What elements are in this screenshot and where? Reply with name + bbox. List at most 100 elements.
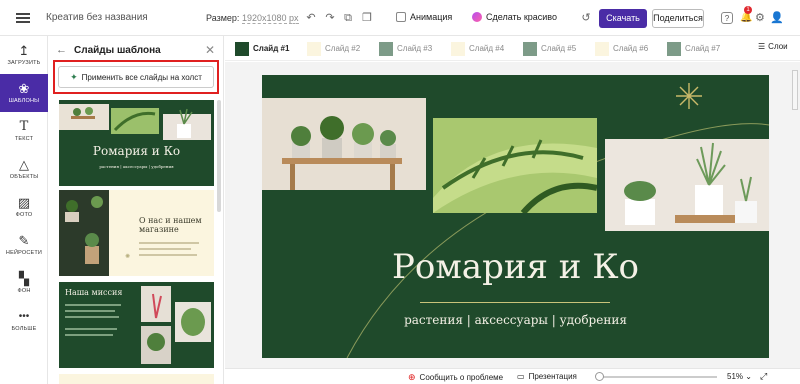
panel-title: Слайды шаблона [74,44,161,56]
make-pretty-label: Сделать красиво [486,12,557,22]
slide-swatch [523,41,537,56]
templates-icon: ❀ [18,81,30,96]
slide-subtitle[interactable]: растения | аксессуары | удобрения [262,313,769,327]
more-icon: ••• [18,311,30,322]
slide-swatch [667,41,681,56]
svg-text:✺: ✺ [125,253,130,260]
alert-icon: ⊕ [408,372,416,382]
duplicate-icon[interactable]: ❐ [361,12,373,24]
leaf-closeup-photo[interactable] [433,118,597,213]
thumbnail-2-title: О нас и нашем магазине [139,216,202,234]
report-label: Сообщить о проблеме [419,373,504,382]
nav-templates[interactable]: ❀ ШАБЛОНЫ [0,74,48,112]
slide-chip-2[interactable]: Слайд #2 [307,41,369,56]
nav-more[interactable]: ••• БОЛЬШЕ [0,302,48,340]
sparkle-icon: ✦ [70,71,78,82]
canvas-size[interactable]: Размер: 1920x1080 px [206,12,299,24]
nav-ai[interactable]: ✎ НЕЙРОСЕТИ [0,226,48,264]
nav-label: ФОТО [15,212,33,218]
slide-chip-5[interactable]: Слайд #5 [523,41,585,56]
nav-label: БОЛЬШЕ [11,326,37,332]
nav-objects[interactable]: △ ОБЪЕКТЫ [0,150,48,188]
slide-swatch [307,41,321,56]
notification-badge: 1 [744,6,752,14]
slide-chip-7[interactable]: Слайд #7 [667,41,729,56]
wand-icon: ✎ [18,233,30,248]
fit-screen-icon[interactable]: ⤢ [760,371,767,382]
nav-label: ФОН [17,288,31,294]
thumbnail-3-title: Наша миссия [65,288,123,297]
canvas-scrollbar[interactable] [792,70,798,110]
layers-button[interactable]: ☰ Слои [758,42,788,51]
animation-toggle[interactable]: Анимация [396,12,452,22]
zoom-slider[interactable] [597,376,717,378]
gear-icon[interactable]: ⚙ [755,11,765,24]
nav-label: НЕЙРОСЕТИ [5,250,43,256]
presentation-button[interactable]: ▭ Презентация [517,372,577,381]
thumbnail-1-subtitle: растения | аксессуары | удобрения [99,164,174,169]
slide-swatch [595,41,609,56]
template-thumbnail-2[interactable]: ✺ О нас и нашем магазине [59,190,214,276]
slides-strip: Слайд #1 Слайд #2 Слайд #3 Слайд #4 Слай… [225,37,800,61]
nav-label: ШАБЛОНЫ [8,98,40,104]
left-nav: ↥ ЗАГРУЗИТЬ ❀ ШАБЛОНЫ T ТЕКСТ △ ОБЪЕКТЫ … [0,36,48,384]
make-pretty-button[interactable]: Сделать красиво [472,12,557,22]
copy-icon[interactable]: ⧉ [342,12,354,24]
download-button[interactable]: Скачать [599,9,647,28]
slide-chip-4[interactable]: Слайд #4 [451,41,513,56]
zoom-slider-handle[interactable] [595,372,604,381]
checkbox-icon[interactable] [396,12,406,22]
nav-label: ТЕКСТ [14,136,34,142]
slide-chip-label: Слайд #7 [685,44,721,53]
monitor-icon: ▭ [517,372,525,381]
slide-chip-label: Слайд #3 [397,44,433,53]
history-icon[interactable]: ↺ [580,12,592,24]
magic-icon [472,12,482,22]
slide-divider [420,302,610,303]
layers-icon: ☰ [758,42,766,51]
animation-label: Анимация [410,12,453,22]
user-icon[interactable]: 👤 [770,11,784,24]
size-label: Размер: [206,12,240,23]
undo-icon[interactable]: ↶ [305,12,317,24]
slide-chip-1[interactable]: Слайд #1 [235,41,297,56]
nav-background[interactable]: ▚ ФОН [0,264,48,302]
text-icon: T [19,119,29,134]
slide-chip-label: Слайд #4 [469,44,505,53]
slide-chip-3[interactable]: Слайд #3 [379,41,441,56]
share-button[interactable]: Поделиться [652,9,704,28]
layers-label: Слои [768,42,788,51]
document-title[interactable]: Креатив без названия [46,12,196,23]
redo-icon[interactable]: ↷ [324,12,336,24]
nav-photo[interactable]: ▨ ФОТО [0,188,48,226]
template-thumbnail-3[interactable]: Наша миссия [59,282,214,368]
nav-text[interactable]: T ТЕКСТ [0,112,48,150]
slide-chip-label: Слайд #5 [541,44,577,53]
slide-title[interactable]: Ромария и Ко [262,247,769,287]
image-icon: ▨ [17,195,31,210]
back-arrow-icon[interactable]: ← [56,44,74,56]
bottom-bar: ⊕ Сообщить о проблеме ▭ Презентация 51% … [225,368,800,384]
nav-label: ЗАГРУЗИТЬ [7,60,41,66]
nav-upload[interactable]: ↥ ЗАГРУЗИТЬ [0,36,48,74]
report-problem-button[interactable]: ⊕ Сообщить о проблеме [408,372,503,383]
slide-swatch [451,41,465,56]
potted-plants-photo[interactable] [605,139,769,231]
apply-all-slides-button[interactable]: ✦ Применить все слайды на холст [58,66,214,88]
zoom-dropdown[interactable]: 51% ⌄ [727,372,752,381]
close-icon[interactable]: ✕ [205,43,215,57]
template-slides-panel: ← Слайды шаблона ✕ ✦ Применить все слайд… [48,36,224,384]
plants-shelf-photo[interactable] [262,98,426,190]
template-thumbnail-1[interactable]: Ромария и Ко растения | аксессуары | удо… [59,100,214,186]
upload-icon: ↥ [18,43,30,58]
size-value[interactable]: 1920x1080 [241,12,287,24]
thumbnail-1-art [59,104,211,140]
panel-scrollbar[interactable] [217,100,221,212]
template-thumbnail-4[interactable] [59,374,214,384]
help-icon[interactable]: ? [721,12,733,24]
zoom-value: 51% [727,372,744,381]
slide-chip-6[interactable]: Слайд #6 [595,41,657,56]
menu-icon[interactable] [0,12,46,23]
slide-canvas[interactable]: Ромария и Ко растения | аксессуары | удо… [262,75,769,358]
background-icon: ▚ [19,271,29,286]
